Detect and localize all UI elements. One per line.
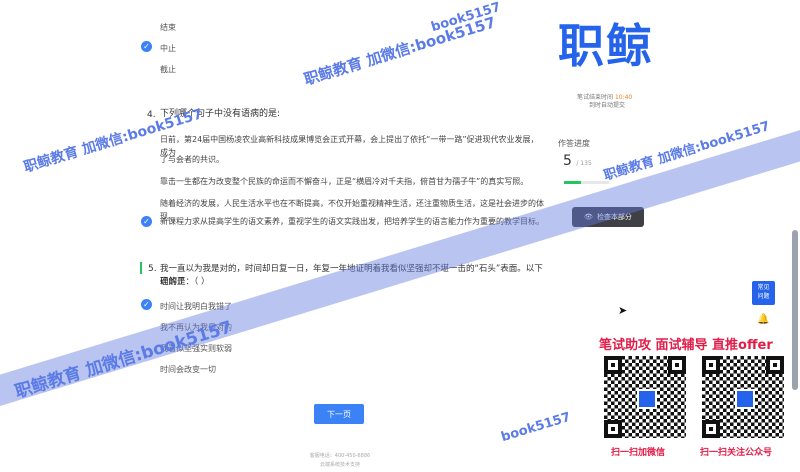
bell-icon[interactable]: 🔔 (757, 314, 769, 325)
qr-finder (668, 356, 686, 374)
option-text[interactable]: 时间会改变一切 (160, 364, 216, 375)
qr-caption: 扫一扫加微信 (611, 448, 666, 458)
progress-label: 作答进度 (558, 139, 590, 148)
checkmark-icon: ✓ (141, 41, 152, 52)
progress-bar (564, 181, 609, 184)
checkmark-icon: ✓ (141, 299, 152, 310)
qr-finder (702, 356, 720, 374)
watermark-text: 职鲸教育 加微信:book5157 (602, 118, 772, 184)
qr-finder (604, 356, 622, 374)
auto-submit-note: 到时自动提交 (589, 102, 626, 109)
qr-logo-icon (637, 389, 657, 409)
scrollbar[interactable] (792, 230, 798, 390)
option-text[interactable]: 我看似坚强实则软弱 (160, 343, 232, 354)
option-text[interactable]: 靠击一生都在为改变整个民族的命运而不懈奋斗，正是“横眉冷对千夫指，俯首甘为孺子牛… (160, 175, 528, 188)
option-text[interactable]: 截止 (160, 64, 176, 75)
footer-support: 云端系统技术支持 (319, 462, 360, 468)
option-text[interactable]: 时间让我明白我错了 (160, 301, 232, 312)
wechat-qr-code (604, 356, 686, 438)
next-page-button[interactable]: 下一页 (314, 404, 364, 424)
question-number: 4. (147, 110, 156, 120)
progress-count: 5 / 135 (563, 153, 592, 169)
footer-phone: 客服电话：400-450-6886 (309, 453, 371, 459)
brand-logo: 职鲸 (558, 19, 654, 73)
qr-caption: 扫一扫关注公众号 (700, 448, 773, 458)
question-prompt: 确的是：（ ） (160, 277, 210, 287)
check-section-label: 检查本部分 (596, 213, 632, 221)
option-text[interactable]: 中止 (160, 43, 176, 54)
checkmark-icon: ✓ (141, 216, 152, 227)
question-number: 5. (148, 264, 157, 274)
faq-label: 常见 (757, 284, 770, 291)
option-text[interactable]: 新课程力求从提高学生的语文素养，重视学生的语文实践出发，把培养学生的语言能力作为… (160, 215, 544, 228)
official-account-qr-code (702, 356, 784, 438)
faq-label: 问题 (757, 293, 770, 300)
qr-logo-icon (735, 389, 755, 409)
question-area: 结束 ✓ 中止 截止 4. 下列哪个句子中没有语病的是: 日前，第24届中国杨凌… (0, 0, 545, 472)
check-section-button[interactable]: 👁 检查本部分 (572, 207, 644, 227)
option-text[interactable]: 了与会者的共识。 (160, 153, 224, 166)
promo-headline: 笔试助攻 面试辅导 直推offer (599, 338, 773, 353)
mouse-cursor-icon: ➤ (618, 304, 628, 317)
faq-button[interactable]: 常见 问题 (752, 281, 775, 305)
progress-fill (564, 181, 581, 184)
qr-finder (766, 356, 784, 374)
question-prompt: 下列哪个句子中没有语病的是: (160, 109, 281, 119)
question-prompt: 我一直以为我是对的，时间却日复一日，年复一年地证明着我看似坚强却不堪一击的“石头… (160, 264, 543, 287)
eye-icon: 👁 (584, 213, 593, 221)
option-text[interactable]: 结束 (160, 22, 176, 33)
qr-finder (604, 420, 622, 438)
qr-finder (702, 420, 720, 438)
current-question-marker (140, 262, 142, 274)
option-text[interactable]: 我不再认为我是对的 (160, 322, 232, 333)
